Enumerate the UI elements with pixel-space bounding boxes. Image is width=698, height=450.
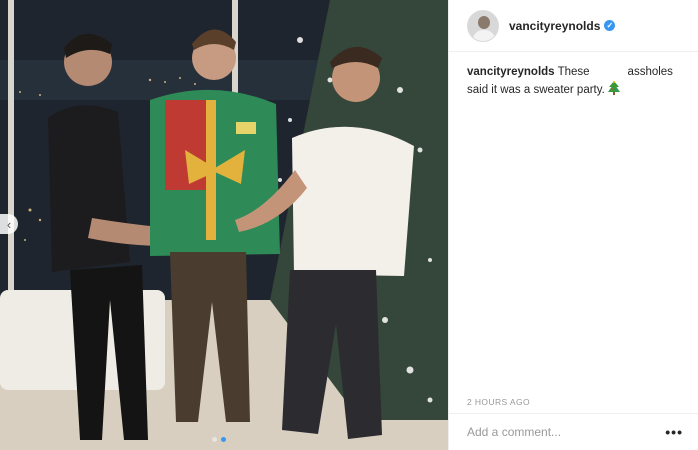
caption-text-line2: said it was a sweater party. [467, 84, 605, 96]
post-info-panel: vancityreynolds ✓ vancityreynolds These a… [448, 0, 698, 450]
post-caption: vancityreynolds These assholes said it wa… [449, 52, 698, 99]
carousel-indicator [212, 437, 226, 442]
comment-bar: ••• [449, 413, 698, 450]
caption-text-after: assholes [627, 66, 673, 78]
chevron-left-icon: ‹ [6, 216, 12, 232]
caption-username[interactable]: vancityreynolds [467, 66, 555, 78]
verified-badge-icon: ✓ [604, 20, 616, 31]
more-options-icon[interactable]: ••• [665, 424, 683, 440]
carousel-dot-active [221, 437, 226, 442]
photo-scene [0, 0, 448, 450]
post-photo[interactable]: ‹ [0, 0, 448, 450]
header-username[interactable]: vancityreynolds [509, 19, 600, 33]
post-header: vancityreynolds ✓ [449, 0, 698, 52]
caption-text-before: These [557, 66, 590, 78]
carousel-dot [212, 437, 217, 442]
christmas-tree-icon [608, 81, 621, 95]
avatar[interactable] [467, 9, 499, 42]
comment-input[interactable] [467, 425, 666, 439]
post-timestamp[interactable]: 2 HOURS AGO [467, 397, 530, 407]
